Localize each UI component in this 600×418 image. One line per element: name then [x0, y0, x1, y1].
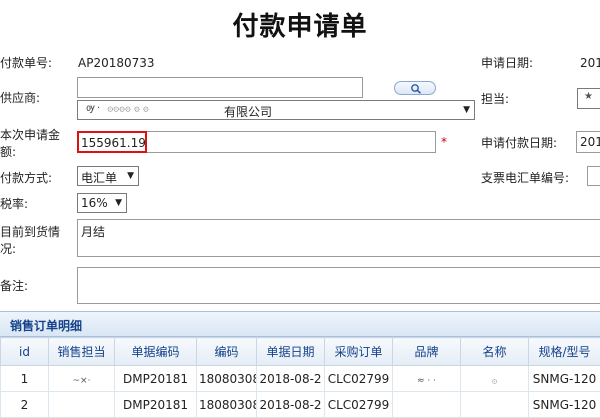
column-header-purchase-order[interactable]: 采购订单: [325, 338, 393, 366]
column-header-name[interactable]: 名称: [461, 338, 529, 366]
redacted-text: ۞: [492, 376, 497, 386]
redacted-text: ~×·: [73, 376, 91, 386]
table-row[interactable]: 1 ~×· DMP20181 18080308 2018-08-2 CLC027…: [1, 366, 600, 392]
order-detail-title: 销售订单明细: [10, 317, 82, 334]
cell-sales-rep: [49, 392, 115, 418]
tax-rate-select[interactable]: 16% ▼: [77, 193, 127, 213]
supplier-name-value: 有限公司: [224, 103, 272, 120]
cell-purchase-order: CLC02799: [325, 366, 393, 392]
column-header-brand[interactable]: 品牌: [393, 338, 461, 366]
payment-no-value: AP20180733: [78, 56, 155, 70]
column-header-id[interactable]: id: [1, 338, 49, 366]
apply-date-value: 201: [580, 56, 600, 70]
tax-rate-label: 税率:: [0, 197, 28, 211]
remark-textarea[interactable]: [77, 267, 600, 304]
cell-purchase-order: CLC02799: [325, 392, 393, 418]
supplier-select[interactable]: ѹ· ۞۞۞۞ ۞ ۞ 有限公司 ▼: [77, 100, 475, 120]
amount-highlight: 155961.19: [77, 131, 147, 153]
amount-input[interactable]: 155961.19: [77, 131, 436, 153]
handler-value-redacted: ★: [584, 91, 593, 102]
cell-brand: ≈ · ·: [393, 366, 461, 392]
cell-doc-code: DMP20181: [115, 366, 197, 392]
arrival-label-line1: 目前到货情: [0, 225, 60, 239]
payment-no-label: 付款单号:: [0, 56, 52, 70]
arrival-label-line2: 况:: [0, 242, 16, 256]
cell-doc-date: 2018-08-2: [257, 392, 325, 418]
cell-sales-rep: ~×·: [49, 366, 115, 392]
cell-code: 18080308: [197, 366, 257, 392]
payment-method-label: 付款方式:: [0, 171, 52, 185]
redacted-text: ≈ · ·: [417, 376, 436, 386]
amount-label-line1: 本次申请金: [0, 128, 60, 142]
cell-id: 1: [1, 366, 49, 392]
arrival-status-value: 月结: [81, 223, 105, 240]
supplier-name-redacted: ѹ· ۞۞۞۞ ۞ ۞: [86, 103, 149, 114]
cell-code: 18080308: [197, 392, 257, 418]
chevron-down-icon: ▼: [115, 198, 122, 208]
cell-name: [461, 392, 529, 418]
supplier-search-button[interactable]: [394, 81, 436, 95]
chevron-down-icon: ▼: [127, 171, 134, 181]
cell-name: ۞: [461, 366, 529, 392]
payment-method-select[interactable]: 电汇单 ▼: [77, 166, 139, 186]
column-header-doc-code[interactable]: 单据编码: [115, 338, 197, 366]
apply-date-label: 申请日期:: [481, 56, 533, 70]
bill-no-input[interactable]: [587, 166, 600, 186]
cell-spec: SNMG-120: [529, 392, 600, 418]
cell-spec: SNMG-120: [529, 366, 600, 392]
amount-label-line2: 额:: [0, 145, 16, 159]
table-row[interactable]: 2 DMP20181 18080308 2018-08-2 CLC02799 S…: [1, 392, 600, 418]
remark-label: 备注:: [0, 279, 28, 293]
apply-pay-date-value: 201: [580, 135, 600, 149]
tax-rate-value: 16%: [81, 196, 108, 210]
handler-label: 担当:: [481, 92, 509, 106]
column-header-code[interactable]: 编码: [197, 338, 257, 366]
arrival-status-textarea[interactable]: 月结: [77, 219, 600, 257]
cell-doc-code: DMP20181: [115, 392, 197, 418]
cell-doc-date: 2018-08-2: [257, 366, 325, 392]
apply-pay-date-input[interactable]: 201: [576, 131, 600, 153]
apply-pay-date-label: 申请付款日期:: [481, 136, 557, 150]
order-detail-panel-header: 销售订单明细: [0, 311, 600, 337]
search-icon: [395, 82, 437, 96]
column-header-doc-date[interactable]: 单据日期: [257, 338, 325, 366]
page-title: 付款申请单: [0, 6, 600, 43]
cell-brand: [393, 392, 461, 418]
chevron-down-icon: ▼: [463, 105, 470, 115]
column-header-sales-rep[interactable]: 销售担当: [49, 338, 115, 366]
cell-id: 2: [1, 392, 49, 418]
bill-no-label: 支票电汇单编号:: [481, 171, 569, 185]
table-header-row: id 销售担当 单据编码 编码 单据日期 采购订单 品牌 名称 规格/型号: [1, 338, 600, 366]
required-mark: *: [441, 135, 447, 149]
supplier-label: 供应商:: [0, 91, 40, 105]
handler-select[interactable]: ★: [577, 88, 600, 109]
supplier-code-input[interactable]: [77, 77, 363, 98]
payment-method-value: 电汇单: [81, 171, 117, 185]
column-header-spec[interactable]: 规格/型号: [529, 338, 600, 366]
amount-value: 155961.19: [81, 136, 146, 150]
order-detail-table: id 销售担当 单据编码 编码 单据日期 采购订单 品牌 名称 规格/型号 1 …: [0, 337, 600, 418]
